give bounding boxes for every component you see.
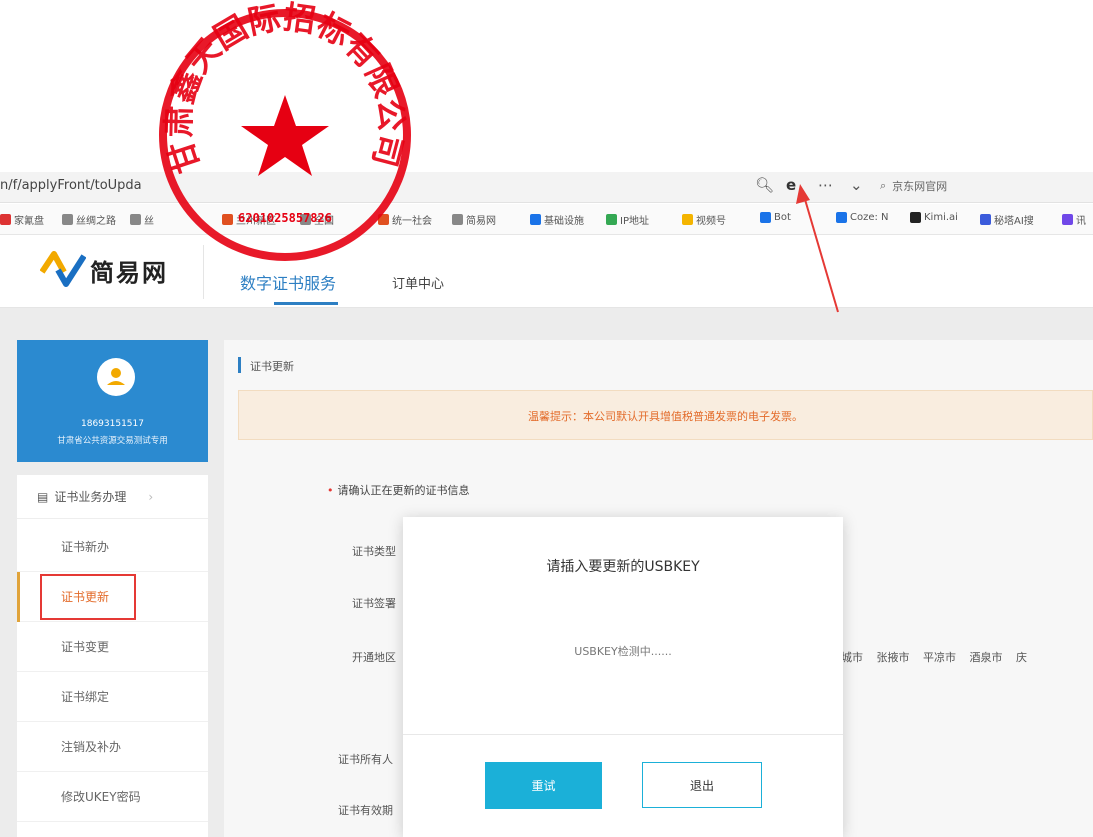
sidebar-active-indicator xyxy=(17,572,20,622)
bookmark-item[interactable]: IP地址 xyxy=(606,212,649,227)
profile-org: 甘肃省公共资源交易测试专用 xyxy=(57,436,168,446)
dialog-title: 请插入要更新的USBKEY xyxy=(546,559,700,575)
dialog-divider xyxy=(403,734,843,735)
bookmark-icon xyxy=(530,214,541,225)
nav-orders[interactable]: 订单中心 xyxy=(392,273,444,292)
bookmark-item[interactable]: Kimi.ai xyxy=(910,212,958,223)
bookmark-item[interactable]: 基础设施 xyxy=(530,212,584,227)
bookmark-item[interactable]: 秘塔AI搜 xyxy=(980,212,1034,227)
bookmark-icon xyxy=(62,214,73,225)
bookmark-item[interactable]: 视频号 xyxy=(682,212,726,227)
field-label-region: 开通地区 xyxy=(352,651,396,664)
bookmark-item[interactable]: 丝绸之路 xyxy=(62,212,116,227)
bookmark-label: 家氰盘 xyxy=(14,216,44,227)
sidebar-item-revoke[interactable]: 注销及补办 xyxy=(17,722,208,772)
retry-button[interactable]: 重试 xyxy=(485,762,602,809)
bookmark-label: 秘塔AI搜 xyxy=(994,216,1034,227)
sidebar-item-new[interactable]: 证书新办 xyxy=(17,522,208,572)
sidebar-item-bind[interactable]: 证书绑定 xyxy=(17,672,208,722)
logo-icon xyxy=(40,251,86,287)
user-icon xyxy=(107,368,125,385)
nav-digital-cert[interactable]: 数字证书服务 xyxy=(240,270,336,294)
url-field[interactable]: n/f/applyFront/toUpda xyxy=(0,178,142,193)
bookmark-label: 视频号 xyxy=(696,216,726,227)
exit-button[interactable]: 退出 xyxy=(642,762,762,808)
bookmark-item[interactable]: 讯 xyxy=(1062,212,1086,227)
bookmark-label: IP地址 xyxy=(620,216,649,227)
search-icon: ⌕ xyxy=(880,179,887,192)
bookmark-icon xyxy=(130,214,141,225)
nav-active-underline xyxy=(274,302,338,305)
field-label-cert-type: 证书类型 xyxy=(352,545,396,558)
bookmark-icon xyxy=(1062,214,1073,225)
bookmark-label: 基础设施 xyxy=(544,216,584,227)
bookmark-icon xyxy=(452,214,463,225)
sidebar-item-label: 证书变更 xyxy=(61,640,110,654)
sidebar-item-label: 注销及补办 xyxy=(61,740,122,754)
seal-number: 6201025857826 xyxy=(238,211,332,225)
bookmark-label: 丝绸之路 xyxy=(76,216,116,227)
bookmark-icon xyxy=(910,212,921,223)
sidebar-item-ukey-password[interactable]: 修改UKEY密码 xyxy=(17,772,208,822)
annotation-arrow xyxy=(796,184,839,313)
bookmark-icon xyxy=(980,214,991,225)
dialog-status: USBKEY检测中...... xyxy=(574,645,672,658)
field-label-cert-sign: 证书签署 xyxy=(352,597,396,610)
highlight-box xyxy=(40,574,136,620)
star-icon xyxy=(241,95,329,176)
confirm-label-text: 请确认正在更新的证书信息 xyxy=(337,484,470,497)
avatar xyxy=(97,358,135,396)
field-label-owner: 证书所有人 xyxy=(338,753,393,766)
search-input[interactable]: ⌕ 京东网官网 xyxy=(880,176,1093,196)
bookmark-label: 讯 xyxy=(1076,216,1086,227)
bookmark-label: 简易网 xyxy=(466,216,496,227)
chevron-right-icon: › xyxy=(148,489,154,504)
bookmark-icon xyxy=(760,212,771,223)
bookmark-icon xyxy=(606,214,617,225)
notice-text: 温馨提示：本公司默认开具增值税普通发票的电子发票。 xyxy=(528,410,803,423)
zoom-icon[interactable]: 🔍︎ xyxy=(755,176,774,194)
required-marker: • xyxy=(327,484,334,497)
region-cities: 金城市 张掖市 平凉市 酒泉市 庆 xyxy=(830,651,1027,664)
bookmark-item[interactable]: 简易网 xyxy=(452,212,496,227)
sidebar-item-label: 证书绑定 xyxy=(61,690,110,704)
field-label-validity: 证书有效期 xyxy=(338,804,393,817)
section-marker xyxy=(238,357,241,373)
bookmark-item[interactable]: 家氰盘 xyxy=(0,212,44,227)
sidebar-group-cert-business[interactable]: ▤ 证书业务办理 › xyxy=(17,475,208,519)
bookmark-icon xyxy=(0,214,11,225)
section-title: 证书更新 xyxy=(250,360,294,373)
sidebar-item-label: 修改UKEY密码 xyxy=(61,790,141,804)
sidebar-group-label: 证书业务办理 xyxy=(54,490,127,504)
bookmark-label: Kimi.ai xyxy=(924,212,958,223)
company-seal: 甘肃鑫天国际招标有限公司 6201025857826 xyxy=(159,0,411,261)
search-placeholder: 京东网官网 xyxy=(892,180,948,193)
bookmark-icon xyxy=(682,214,693,225)
profile-phone: 18693151517 xyxy=(81,419,144,429)
confirm-label: • 请确认正在更新的证书信息 xyxy=(327,482,470,498)
sidebar-item-label: 证书新办 xyxy=(61,540,110,554)
folder-icon: ▤ xyxy=(37,489,49,504)
sidebar-item-change[interactable]: 证书变更 xyxy=(17,622,208,672)
